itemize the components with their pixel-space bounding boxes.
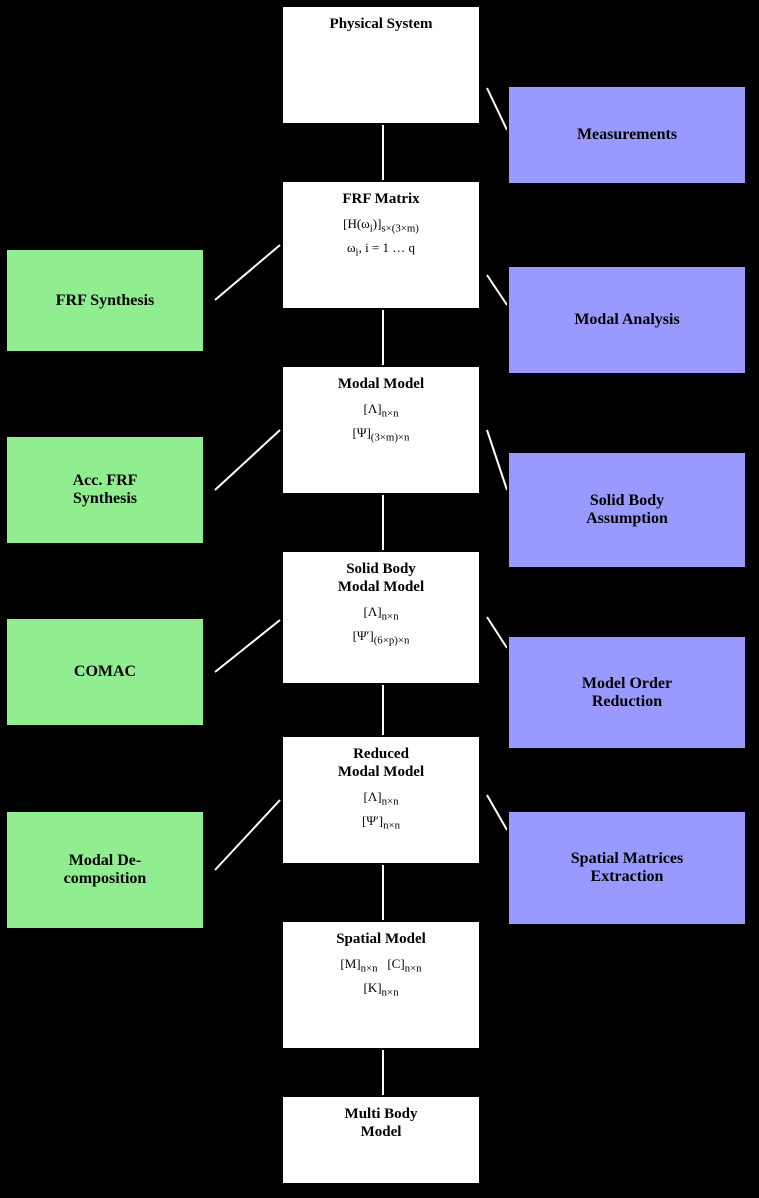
modal-analysis-label: Modal Analysis [574,311,679,329]
comac-label: COMAC [74,663,136,681]
reduced-modal-model-title: ReducedModal Model [338,746,424,780]
comac-box: COMAC [5,617,205,727]
frf-matrix-title: FRF Matrix [342,191,419,207]
multi-body-model-box: Multi BodyModel [281,1095,481,1185]
solid-body-modal-model-title: Solid BodyModal Model [338,561,424,595]
measurements-box: Measurements [507,85,747,185]
solid-body-assumption-box: Solid BodyAssumption [507,451,747,569]
measurements-label: Measurements [577,126,677,144]
physical-system-title: Physical System [330,16,433,32]
spatial-model-box: Spatial Model [M]n×n [C]n×n [K]n×n [281,920,481,1050]
acc-frf-synthesis-box: Acc. FRFSynthesis [5,435,205,545]
model-order-reduction-box: Model OrderReduction [507,635,747,750]
frf-synthesis-box: FRF Synthesis [5,248,205,353]
solid-body-assumption-label: Solid BodyAssumption [586,492,668,528]
reduced-modal-model-box: ReducedModal Model [Λ]n×n [Ψ′]n×n [281,735,481,865]
multi-body-model-title: Multi BodyModel [345,1106,418,1140]
modal-model-title: Modal Model [338,376,424,392]
frf-synthesis-label: FRF Synthesis [56,292,155,310]
acc-frf-synthesis-label: Acc. FRFSynthesis [73,472,138,508]
diagram-container: Physical System FRF Matrix [H(ωi)]s×(3×m… [0,0,759,1198]
modal-decomposition-label: Modal De-composition [64,852,147,888]
modal-decomposition-box: Modal De-composition [5,810,205,930]
frf-matrix-content: [H(ωi)]s×(3×m) ωi, i = 1 … q [293,214,469,262]
modal-model-content: [Λ]n×n [Ψ](3×m)×n [293,399,469,447]
physical-system-box: Physical System [281,5,481,125]
model-order-reduction-label: Model OrderReduction [582,675,672,711]
spatial-matrices-extraction-label: Spatial MatricesExtraction [571,850,683,886]
reduced-modal-model-content: [Λ]n×n [Ψ′]n×n [293,787,469,835]
modal-analysis-box: Modal Analysis [507,265,747,375]
frf-matrix-box: FRF Matrix [H(ωi)]s×(3×m) ωi, i = 1 … q [281,180,481,310]
spatial-model-content: [M]n×n [C]n×n [K]n×n [293,954,469,1002]
spatial-matrices-extraction-box: Spatial MatricesExtraction [507,810,747,926]
modal-model-box: Modal Model [Λ]n×n [Ψ](3×m)×n [281,365,481,495]
solid-body-modal-model-content: [Λ]n×n [Ψ′](6×p)×n [293,602,469,650]
spatial-model-title: Spatial Model [336,931,426,947]
solid-body-modal-model-box: Solid BodyModal Model [Λ]n×n [Ψ′](6×p)×n [281,550,481,685]
